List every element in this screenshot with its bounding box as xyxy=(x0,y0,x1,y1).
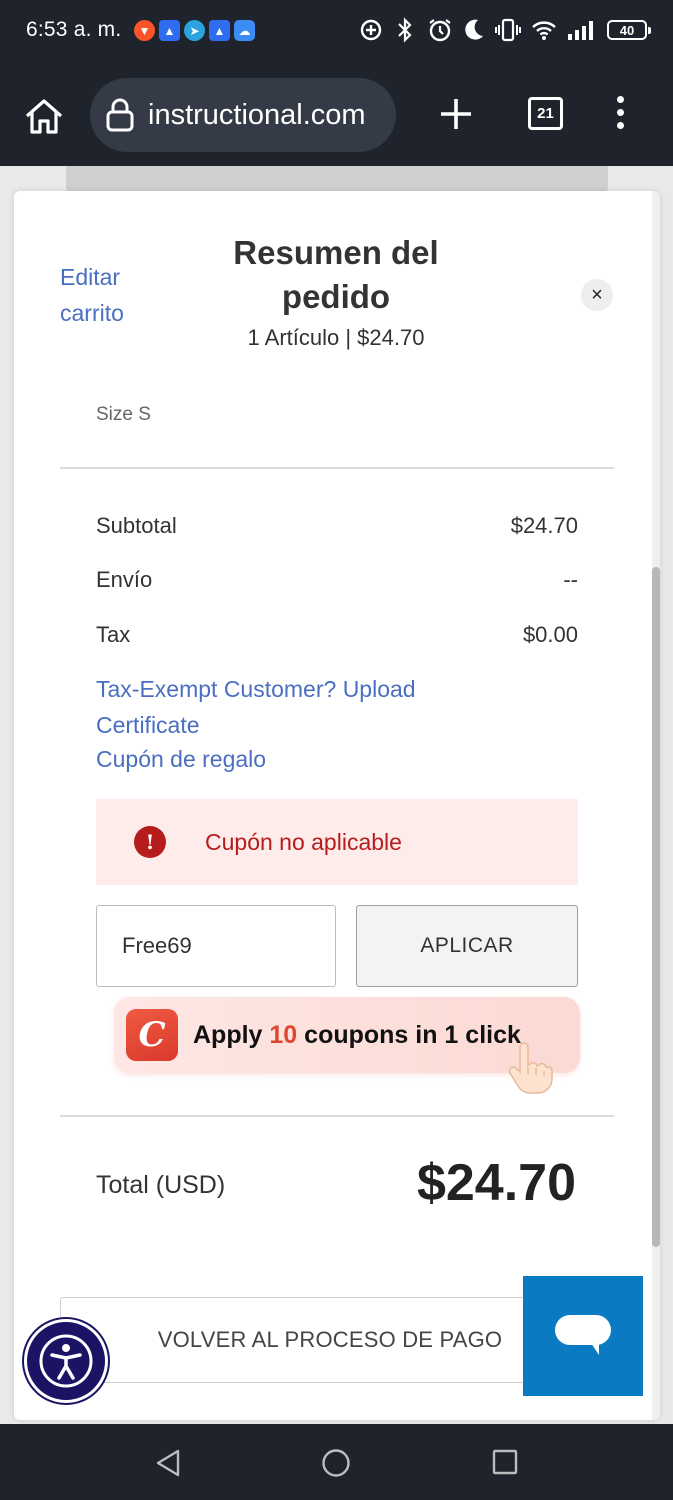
brave-notification-icon: ▼ xyxy=(134,20,155,41)
subtotal-label: Subtotal xyxy=(96,513,177,538)
vibrate-icon xyxy=(495,18,521,42)
shipping-value: -- xyxy=(563,567,578,592)
shipping-row: Envío -- xyxy=(96,567,578,593)
coupon-extension-text: Apply 10 coupons in 1 click xyxy=(193,1020,521,1049)
coupon-extension-banner[interactable]: C Apply 10 coupons in 1 click xyxy=(114,997,580,1094)
pointing-hand-icon xyxy=(508,1042,553,1094)
error-icon: ! xyxy=(134,826,166,858)
wifi-icon xyxy=(532,21,556,40)
browser-toolbar: instructional.com 21 xyxy=(0,64,673,166)
close-button[interactable]: × xyxy=(581,279,613,311)
tax-exempt-upload-link[interactable]: Tax-Exempt Customer? Upload Certificate xyxy=(96,671,516,743)
accessibility-person-icon xyxy=(39,1334,93,1388)
edit-cart-link[interactable]: Editar carrito xyxy=(60,259,180,331)
subtotal-row: Subtotal $24.70 xyxy=(96,513,578,539)
alarm-icon xyxy=(429,19,451,42)
signal-icon xyxy=(568,21,593,40)
error-message: Cupón no aplicable xyxy=(205,828,402,855)
back-icon[interactable] xyxy=(154,1448,182,1478)
coupon-count: 10 xyxy=(269,1020,298,1049)
cloud-notification-icon: ☁ xyxy=(234,20,255,41)
tax-label: Tax xyxy=(96,622,131,647)
url-text: instructional.com xyxy=(148,98,366,131)
modal-title: Resumen del pedido xyxy=(233,234,439,315)
coupon-extension-logo-icon: C xyxy=(126,1009,178,1061)
scrollbar-thumb[interactable] xyxy=(652,567,660,1247)
accessibility-icon[interactable] xyxy=(24,1319,108,1403)
item-size: Size S xyxy=(96,404,151,425)
new-tab-plus-icon[interactable] xyxy=(436,94,476,134)
total-label: Total (USD) xyxy=(96,1171,226,1199)
data-saver-icon xyxy=(360,19,382,41)
warning-notification-icon: ▲ xyxy=(209,20,230,41)
home-icon[interactable] xyxy=(22,94,66,138)
warning-notification-icon: ▲ xyxy=(159,20,180,41)
tax-row: Tax $0.00 xyxy=(96,622,578,648)
coupon-code-input[interactable] xyxy=(96,905,336,987)
tab-switcher-button[interactable]: 21 xyxy=(528,97,563,130)
back-to-checkout-button[interactable]: VOLVER AL PROCESO DE PAGO xyxy=(60,1297,600,1383)
tax-value: $0.00 xyxy=(522,622,578,647)
chat-bubble-icon xyxy=(555,1315,611,1355)
notification-icons: ▼ ▲ ➤ ▲ ☁ xyxy=(134,20,255,41)
status-time: 6:53 a. m. xyxy=(26,18,122,41)
scrollbar-track[interactable] xyxy=(652,191,660,1420)
apply-coupon-button[interactable]: APLICAR xyxy=(356,905,578,987)
subtotal-value: $24.70 xyxy=(510,513,578,538)
background-pay-button xyxy=(66,166,608,192)
shipping-label: Envío xyxy=(96,567,153,592)
recents-icon[interactable] xyxy=(492,1448,518,1476)
status-bar: 6:53 a. m. ▼ ▲ ➤ ▲ ☁ 40 xyxy=(0,0,673,64)
order-summary-modal: Editar carrito Resumen del pedido 1 Artí… xyxy=(14,191,660,1420)
do-not-disturb-moon-icon xyxy=(465,19,483,40)
telegram-notification-icon: ➤ xyxy=(184,20,205,41)
address-bar[interactable]: instructional.com xyxy=(90,78,396,152)
divider xyxy=(60,1115,614,1117)
home-circle-icon[interactable] xyxy=(321,1448,351,1478)
battery-icon: 40 xyxy=(607,20,651,40)
system-icons: 40 xyxy=(359,17,651,43)
lock-icon xyxy=(106,98,134,132)
modal-subtitle: 1 Artículo | $24.70 xyxy=(247,325,425,350)
chat-icon[interactable] xyxy=(523,1276,643,1396)
system-navigation-bar xyxy=(0,1424,673,1500)
bluetooth-icon xyxy=(398,17,412,43)
coupon-error-alert: ! Cupón no aplicable xyxy=(96,799,578,885)
total-value: $24.70 xyxy=(416,1154,576,1212)
gift-coupon-link[interactable]: Cupón de regalo xyxy=(96,746,266,773)
more-options-icon[interactable] xyxy=(610,96,630,132)
divider xyxy=(60,467,614,469)
